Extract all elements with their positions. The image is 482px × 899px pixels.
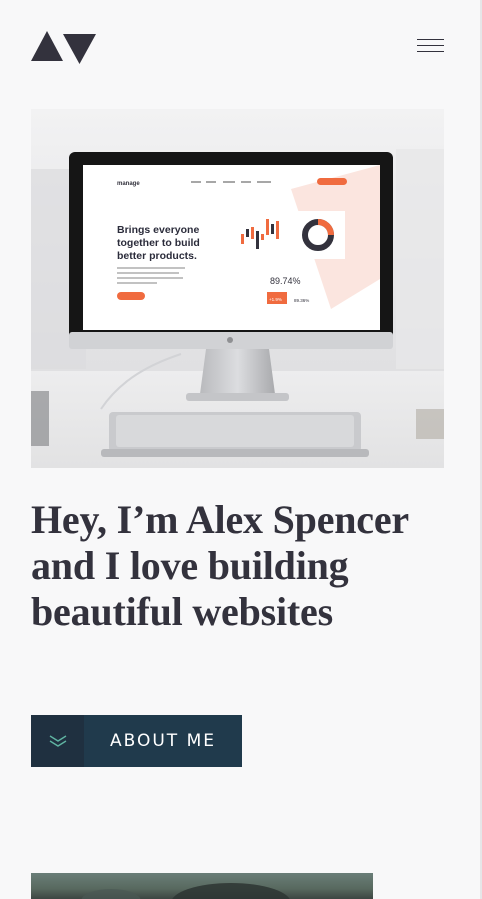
- about-me-button[interactable]: ABOUT ME: [31, 715, 242, 767]
- av-logo-icon[interactable]: [31, 31, 96, 64]
- project-preview-image[interactable]: [31, 873, 373, 899]
- double-chevron-down-icon: [31, 715, 84, 767]
- about-me-label: ABOUT ME: [84, 715, 242, 767]
- screen-headline-2: together to build: [117, 237, 200, 249]
- screen-headline-3: better products.: [117, 250, 197, 262]
- screen-brand: manage: [117, 181, 140, 187]
- hero-title: Hey, I’m Alex Spencer and I love buildin…: [31, 497, 409, 634]
- screen-headline-1: Brings everyone: [117, 224, 199, 236]
- hero-monitor-image: manage Brings everyone together to build…: [31, 109, 444, 468]
- hamburger-menu-icon[interactable]: [417, 38, 444, 54]
- screen-stat-value: 89.74%: [270, 276, 301, 286]
- screen-stat-small: 89.36%: [294, 298, 309, 303]
- screen-stat-badge: +1.9%: [269, 297, 282, 302]
